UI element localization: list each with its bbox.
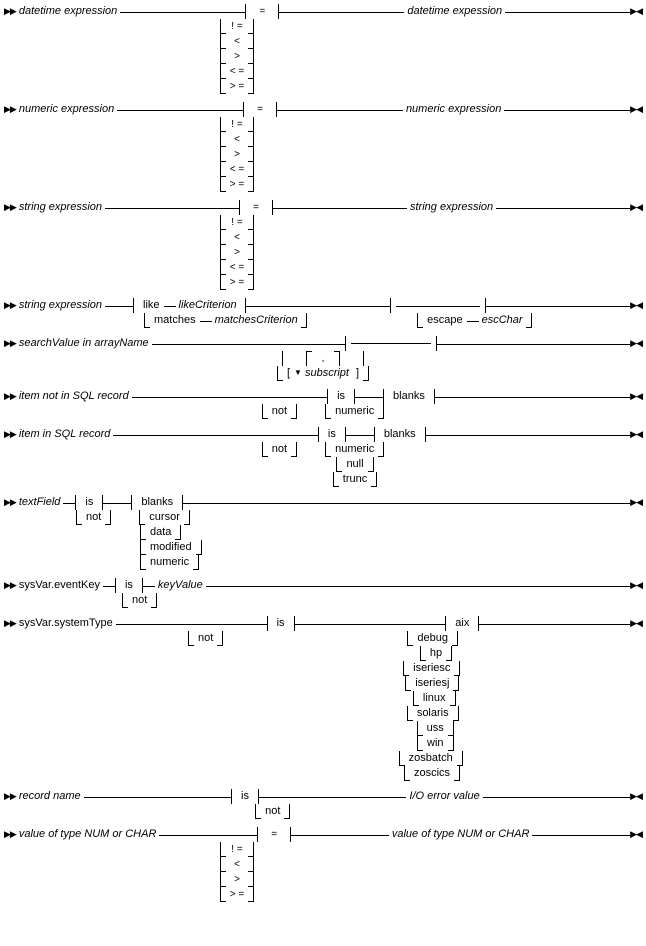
syntax-diagram: string expression like likeCriterion matche… [4, 298, 642, 328]
separator: , [312, 353, 334, 364]
operator: < [226, 36, 248, 47]
operand-left: textField [16, 496, 64, 508]
syntax-diagram: string expression = string expression ! = < >… [4, 200, 642, 290]
operand-left: sysVar.systemType [16, 617, 116, 629]
operator: > = [226, 179, 248, 190]
keyword-not: not [194, 632, 217, 644]
search-label: searchValue in arrayName [16, 337, 152, 349]
option: blanks [137, 496, 177, 508]
syntax-diagram: sysVar.eventKey is keyValue not [4, 578, 642, 608]
option: blanks [389, 390, 429, 402]
keyword-is: is [237, 790, 253, 802]
subscript: subscript [302, 367, 352, 379]
option: iseriesj [411, 677, 453, 689]
operator: < [226, 134, 248, 145]
option: iseriesc [409, 662, 454, 674]
option: linux [419, 692, 450, 704]
syntax-diagram: numeric expression = numeric expression ! =… [4, 102, 642, 192]
keyword-matches: matches [150, 314, 200, 326]
operand-left: record name [16, 790, 84, 802]
operator: = [249, 104, 271, 115]
option: blanks [380, 428, 420, 440]
option: null [342, 458, 367, 470]
syntax-diagram: item not in SQL record is blanks not numeric [4, 389, 642, 419]
keyword-is: is [81, 496, 97, 508]
operand-left: string expression [16, 299, 105, 311]
keyword-not: not [268, 405, 291, 417]
operand-right: datetime expession [404, 5, 505, 17]
operand-left: string expression [16, 201, 105, 213]
matches-criterion: matchesCriterion [212, 314, 301, 326]
key-value: keyValue [155, 579, 206, 591]
operand-left: item in SQL record [16, 428, 114, 440]
operator: < = [226, 262, 248, 273]
operator: ! = [226, 217, 248, 228]
keyword-not: not [268, 443, 291, 455]
operand-left: numeric expression [16, 103, 117, 115]
esc-char: escChar [479, 314, 526, 326]
operator: = [263, 829, 285, 840]
operator: > = [226, 889, 248, 900]
operator: < [226, 232, 248, 243]
syntax-diagram: datetime expression = datetime expession ! … [4, 4, 642, 94]
operator: ! = [226, 844, 248, 855]
option: modified [146, 541, 196, 553]
option: win [423, 737, 448, 749]
keyword-escape: escape [423, 314, 466, 326]
option: zosbatch [405, 752, 457, 764]
operator: = [251, 6, 273, 17]
operand-left: item not in SQL record [16, 390, 132, 402]
syntax-diagram: item in SQL record is blanks not numeric null… [4, 427, 642, 487]
option: uss [423, 722, 448, 734]
keyword-is: is [324, 428, 340, 440]
operand-left: sysVar.eventKey [16, 579, 103, 591]
operator: > = [226, 81, 248, 92]
keyword-not: not [261, 805, 284, 817]
option: solaris [413, 707, 453, 719]
like-criterion: likeCriterion [176, 299, 240, 311]
option: numeric [331, 405, 378, 417]
bracket-open: [ [283, 367, 294, 379]
option: numeric [331, 443, 378, 455]
syntax-diagram: value of type NUM or CHAR = value of type … [4, 827, 642, 902]
operator: ! = [226, 21, 248, 32]
syntax-diagram: sysVar.systemType is aix not debug hp iseriesc… [4, 616, 642, 781]
operand-left: value of type NUM or CHAR [16, 828, 160, 840]
operand-right: value of type NUM or CHAR [389, 828, 533, 840]
keyword-not: not [128, 594, 151, 606]
option: cursor [145, 511, 184, 523]
operand-right: I/O error value [406, 790, 482, 802]
operand-right: string expression [407, 201, 496, 213]
operand-left: datetime expression [16, 5, 120, 17]
keyword-not: not [82, 511, 105, 523]
syntax-diagram: searchValue in arrayName,[ ▼ subscript] [4, 336, 642, 381]
option: data [146, 526, 175, 538]
operator: < = [226, 164, 248, 175]
operator: < [226, 859, 248, 870]
operator: ! = [226, 119, 248, 130]
syntax-diagram: record name is I/O error value not [4, 789, 642, 819]
operator: > [226, 51, 248, 62]
operand-right: numeric expression [403, 103, 504, 115]
keyword-like: like [139, 299, 164, 311]
option: trunc [339, 473, 371, 485]
option: hp [426, 647, 446, 659]
operator: > [226, 149, 248, 160]
keyword-is: is [121, 579, 137, 591]
operator: > = [226, 277, 248, 288]
keyword-is: is [273, 617, 289, 629]
option: numeric [146, 556, 193, 568]
operator: > [226, 874, 248, 885]
operator: < = [226, 66, 248, 77]
option: debug [413, 632, 452, 644]
operator: > [226, 247, 248, 258]
keyword-is: is [333, 390, 349, 402]
option: zoscics [410, 767, 454, 779]
bracket-close: ] [352, 367, 363, 379]
syntax-diagram: textField is blanks not cursor data modified nu… [4, 495, 642, 570]
option: aix [451, 617, 473, 629]
operator: = [245, 202, 267, 213]
